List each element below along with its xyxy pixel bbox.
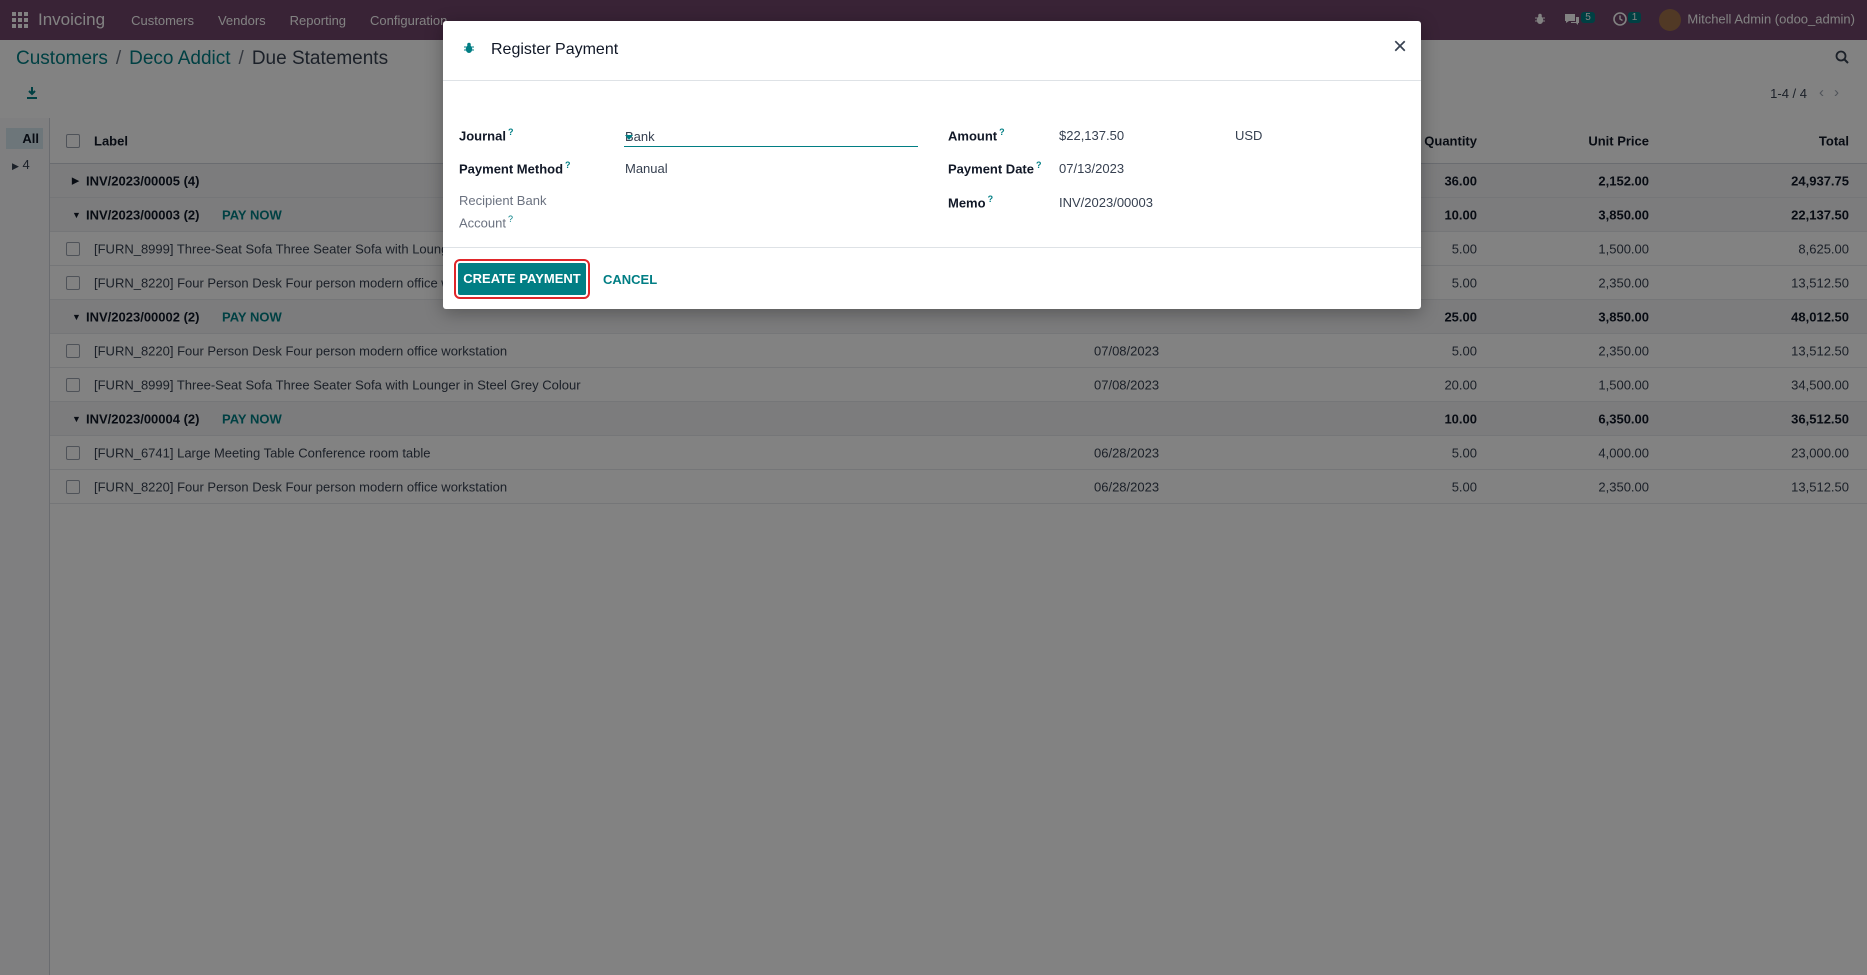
journal-label-text: Journal <box>459 128 506 144</box>
journal-label: Journal? <box>459 127 513 143</box>
memo-input[interactable]: INV/2023/00003 <box>1059 195 1153 210</box>
cancel-button[interactable]: CANCEL <box>603 272 657 287</box>
close-icon[interactable]: × <box>1393 35 1407 59</box>
memo-label-text: Memo <box>948 195 986 211</box>
recipient-label-line2: Account <box>459 215 506 231</box>
payment-date-label: Payment Date? <box>948 160 1041 176</box>
help-mark: ? <box>507 214 513 224</box>
payment-date-label-text: Payment Date <box>948 161 1034 177</box>
amount-label-text: Amount <box>948 128 998 144</box>
currency-select[interactable]: USD <box>1235 128 1262 143</box>
help-mark: ? <box>999 127 1005 137</box>
memo-label: Memo? <box>948 194 993 210</box>
payment-method-value[interactable]: Manual <box>625 161 668 176</box>
amount-label: Amount? <box>948 127 1005 143</box>
payment-method-label-text: Payment Method <box>459 161 564 177</box>
amount-input[interactable]: $22,137.50 <box>1059 128 1124 143</box>
dialog-header: Register Payment × <box>443 21 1421 81</box>
help-mark: ? <box>507 127 514 137</box>
bug-icon <box>463 42 475 57</box>
help-mark: ? <box>987 194 994 204</box>
payment-method-label: Payment Method? <box>459 160 571 176</box>
dropdown-caret-icon <box>625 135 633 140</box>
recipient-bank-label: Recipient Bank Account? <box>459 191 546 232</box>
dialog-title: Register Payment <box>491 41 619 58</box>
help-mark: ? <box>565 160 571 170</box>
register-payment-dialog: Register Payment × Journal? Bank Payment… <box>443 21 1421 309</box>
create-payment-button[interactable]: CREATE PAYMENT <box>454 259 590 299</box>
dialog-body: Journal? Bank Payment Method? Manual Rec… <box>443 81 1421 248</box>
payment-date-input[interactable]: 07/13/2023 <box>1059 161 1124 176</box>
recipient-label-line1: Recipient Bank <box>459 193 547 208</box>
help-mark: ? <box>1035 160 1042 170</box>
dialog-footer: CREATE PAYMENT CANCEL <box>443 247 1421 310</box>
journal-select[interactable]: Bank <box>624 127 918 147</box>
